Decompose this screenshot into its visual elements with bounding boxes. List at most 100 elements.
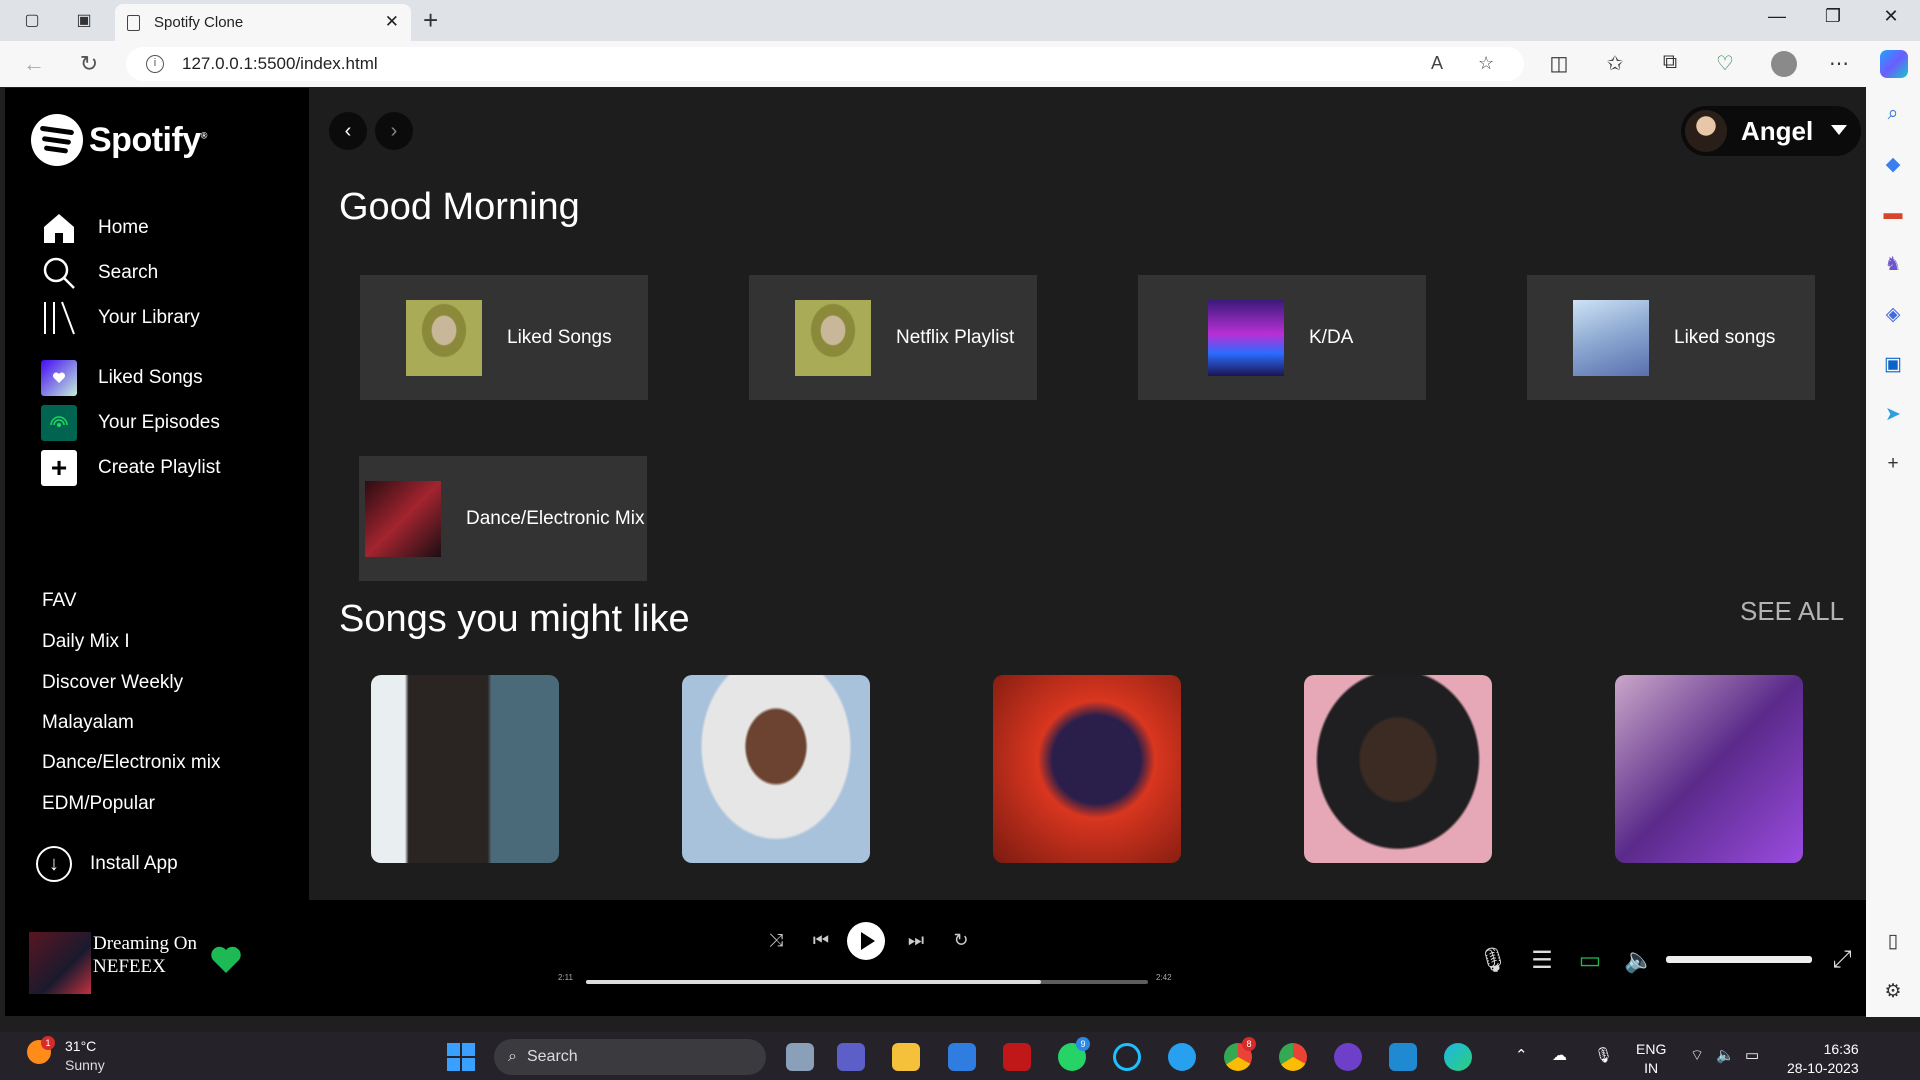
vscode-icon[interactable] <box>1389 1043 1417 1071</box>
song-card[interactable] <box>682 675 870 863</box>
profile-avatar[interactable] <box>1771 51 1797 77</box>
lyrics-mic-icon[interactable]: 🎙 <box>1478 946 1508 975</box>
nav-home[interactable]: Home <box>41 210 149 246</box>
split-screen-icon[interactable]: ◫ <box>1545 51 1573 76</box>
weather-widget[interactable]: 1 31°C Sunny <box>27 1036 105 1073</box>
speaker-icon[interactable]: 🔈 <box>1716 1046 1735 1064</box>
playlist-item[interactable]: EDM/Popular <box>42 793 155 815</box>
more-menu-icon[interactable]: ⋯ <box>1825 51 1853 76</box>
minimize-button[interactable]: — <box>1762 6 1792 27</box>
user-menu[interactable]: Angel <box>1681 106 1861 156</box>
task-view-icon[interactable] <box>786 1043 814 1071</box>
show-hidden-icons-icon[interactable]: ⌃ <box>1515 1046 1528 1064</box>
workspaces-icon[interactable]: ▢ <box>20 8 44 32</box>
back-arrow-icon[interactable]: ← <box>20 51 48 77</box>
language-indicator[interactable]: ENG IN <box>1636 1040 1666 1078</box>
close-window-button[interactable]: ✕ <box>1876 6 1906 27</box>
nav-search-label: Search <box>98 262 159 283</box>
alexa-icon[interactable] <box>1113 1043 1141 1071</box>
new-tab-button[interactable]: + <box>423 5 438 36</box>
sidebar-settings-icon[interactable]: ⚙ <box>1881 980 1905 1002</box>
forward-button[interactable]: › <box>375 112 413 150</box>
site-info-icon[interactable]: i <box>146 55 164 73</box>
chrome-profile-icon[interactable] <box>1279 1043 1307 1071</box>
favorite-star-icon[interactable]: ☆ <box>1478 53 1494 74</box>
playlist-card[interactable]: Liked songs <box>1527 275 1815 400</box>
previous-icon[interactable]: ⏮ <box>807 930 835 951</box>
github-desktop-icon[interactable] <box>1334 1043 1362 1071</box>
like-heart-icon[interactable] <box>210 945 242 980</box>
song-card[interactable] <box>1615 675 1803 863</box>
connect-device-icon[interactable]: ▭ <box>1575 946 1605 975</box>
address-bar[interactable]: i 127.0.0.1:5500/index.html A ☆ <box>126 47 1524 81</box>
drop-icon[interactable]: ➤ <box>1881 403 1905 425</box>
song-card[interactable] <box>993 675 1181 863</box>
hide-sidebar-icon[interactable]: ▯ <box>1881 930 1905 952</box>
shuffle-icon[interactable]: ⤨ <box>762 930 790 951</box>
clock[interactable]: 16:36 28-10-2023 <box>1787 1040 1859 1078</box>
fullscreen-icon[interactable]: ⤢ <box>1827 946 1857 974</box>
greeting-title: Good Morning <box>339 186 580 228</box>
playlist-item[interactable]: Daily Mix I <box>42 631 130 653</box>
microsoft-store-icon[interactable] <box>948 1043 976 1071</box>
spotify-logo[interactable]: Spotify® <box>31 114 207 166</box>
edge-dev-icon[interactable] <box>1168 1043 1196 1071</box>
repeat-icon[interactable]: ↻ <box>947 930 975 951</box>
install-app-button[interactable]: ↓ Install App <box>36 846 178 882</box>
queue-icon[interactable]: ☰ <box>1527 946 1557 975</box>
playlist-item[interactable]: Malayalam <box>42 712 134 734</box>
outlook-icon[interactable]: ▣ <box>1881 353 1905 375</box>
windows-start-icon[interactable] <box>447 1043 475 1071</box>
add-sidebar-app-icon[interactable]: + <box>1881 453 1905 475</box>
file-explorer-icon[interactable] <box>892 1043 920 1071</box>
browser-essentials-icon[interactable]: ♡ <box>1711 51 1739 76</box>
play-button[interactable] <box>847 922 885 960</box>
edge-icon[interactable] <box>1444 1043 1472 1071</box>
shopping-tag-icon[interactable]: ◆ <box>1881 153 1905 175</box>
read-aloud-icon[interactable]: A <box>1431 53 1443 74</box>
refresh-icon[interactable]: ↻ <box>75 51 103 77</box>
playlist-item[interactable]: Discover Weekly <box>42 672 183 694</box>
volume-slider[interactable] <box>1666 956 1812 963</box>
see-all-link[interactable]: SEE ALL <box>1740 596 1844 627</box>
tab-actions-icon[interactable]: ▣ <box>72 8 96 32</box>
shortcut-your-episodes[interactable]: Your Episodes <box>41 405 220 441</box>
shortcut-create-playlist[interactable]: + Create Playlist <box>41 450 221 486</box>
volume-icon[interactable]: 🔈 <box>1624 946 1654 975</box>
song-card[interactable] <box>371 675 559 863</box>
collections-icon[interactable]: ⧉ <box>1656 51 1684 74</box>
shortcut-liked-songs[interactable]: Liked Songs <box>41 360 203 396</box>
restore-button[interactable]: ❐ <box>1818 6 1848 27</box>
nav-search[interactable]: Search <box>41 255 158 291</box>
playlist-card[interactable]: Netflix Playlist <box>749 275 1037 400</box>
favorites-icon[interactable]: ✩ <box>1601 51 1629 76</box>
close-tab-icon[interactable]: ✕ <box>385 12 399 32</box>
playlist-item[interactable]: FAV <box>42 590 77 612</box>
spotify-app: Spotify® Home Search Your Library Liked … <box>5 88 1866 1016</box>
whatsapp-icon[interactable]: 9 <box>1058 1037 1090 1071</box>
playlist-card[interactable]: Liked Songs <box>360 275 648 400</box>
nav-your-library[interactable]: Your Library <box>41 300 200 336</box>
progress-bar[interactable] <box>586 980 1148 984</box>
microsoft365-icon[interactable]: ◈ <box>1881 303 1905 325</box>
song-card[interactable] <box>1304 675 1492 863</box>
playlist-item[interactable]: Dance/Electronix mix <box>42 752 220 774</box>
copilot-icon[interactable] <box>1880 50 1908 78</box>
onedrive-icon[interactable]: ☁ <box>1552 1046 1567 1064</box>
games-icon[interactable]: ♞ <box>1881 253 1905 275</box>
microphone-icon[interactable]: 🎙 <box>1594 1046 1613 1064</box>
player-bar: Dreaming On NEFEEX ⤨ ⏮ ⏭ ↻ 2:11 2:42 🎙 ☰… <box>5 900 1866 1016</box>
teams-icon[interactable] <box>837 1043 865 1071</box>
playlist-card[interactable]: K/DA <box>1138 275 1426 400</box>
wifi-icon[interactable]: ⌔ <box>1690 1046 1704 1065</box>
playlist-card[interactable]: Dance/Electronic Mix <box>359 456 647 581</box>
back-button[interactable]: ‹ <box>329 112 367 150</box>
battery-icon[interactable]: ▭ <box>1745 1046 1759 1064</box>
chrome-icon[interactable]: 8 <box>1224 1037 1256 1071</box>
browser-tab[interactable]: Spotify Clone ✕ <box>115 4 411 41</box>
taskbar-search[interactable]: ⌕ Search <box>494 1039 766 1075</box>
next-icon[interactable]: ⏭ <box>902 930 930 951</box>
tools-icon[interactable]: ▬ <box>1881 203 1905 225</box>
mcafee-icon[interactable] <box>1003 1043 1031 1071</box>
search-icon[interactable]: ⌕ <box>1881 103 1905 125</box>
